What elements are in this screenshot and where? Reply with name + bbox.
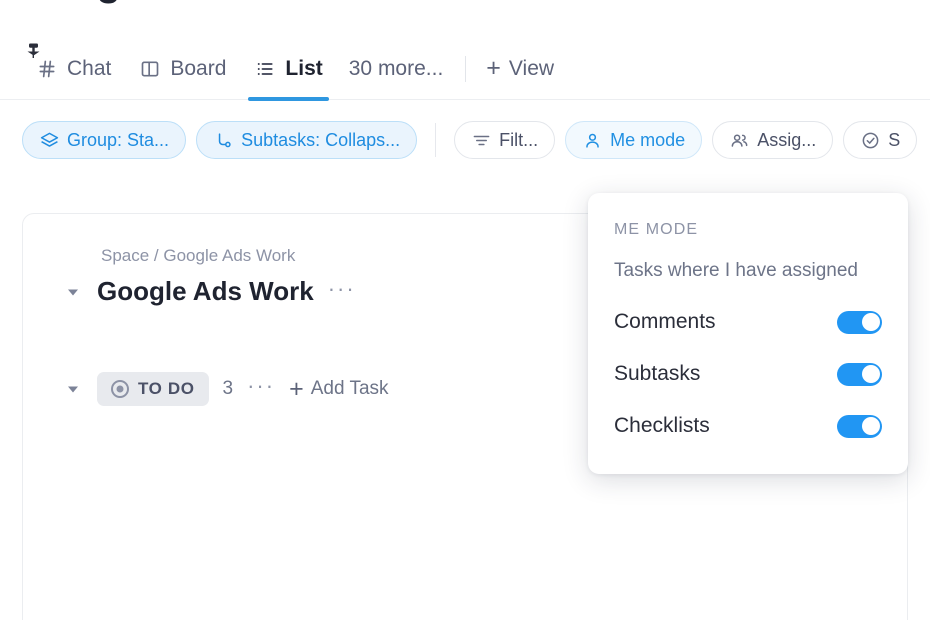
page-title: Google Ads Work bbox=[18, 0, 344, 5]
clickup-list-view: Google Ads Work Chat Board bbox=[0, 0, 930, 620]
option-subtasks-label: Subtasks bbox=[614, 362, 701, 385]
tab-board-label: Board bbox=[170, 56, 227, 80]
group-task-count: 3 bbox=[222, 378, 234, 399]
me-mode-dropdown-panel: ME MODE Tasks where I have assigned Comm… bbox=[588, 193, 908, 474]
add-task-button[interactable]: + Add Task bbox=[289, 374, 389, 403]
status-chip-label: TO DO bbox=[138, 379, 195, 398]
assignees-label: Assig... bbox=[757, 129, 817, 150]
option-subtasks[interactable]: Subtasks bbox=[614, 362, 882, 386]
plus-icon: + bbox=[486, 54, 501, 82]
list-icon bbox=[254, 58, 276, 80]
group-chevron-down-icon[interactable] bbox=[63, 379, 83, 399]
list-header: Google Ads Work ··· bbox=[63, 276, 356, 307]
tab-list-label: List bbox=[285, 56, 323, 80]
toggle-checklists[interactable] bbox=[837, 414, 882, 438]
option-checklists[interactable]: Checklists bbox=[614, 414, 882, 438]
tab-list[interactable]: List bbox=[240, 38, 336, 101]
filter-icon bbox=[471, 130, 491, 150]
subtask-icon bbox=[213, 130, 233, 150]
panel-description: Tasks where I have assigned bbox=[614, 260, 858, 281]
subtasks-pill[interactable]: Subtasks: Collaps... bbox=[196, 121, 418, 159]
tab-chat[interactable]: Chat bbox=[22, 38, 125, 100]
add-task-label: Add Task bbox=[310, 378, 389, 399]
chevron-down-icon[interactable] bbox=[63, 282, 83, 302]
group-by-pill[interactable]: Group: Sta... bbox=[22, 121, 187, 159]
group-menu-icon[interactable]: ··· bbox=[247, 375, 275, 403]
status-circle-icon bbox=[111, 380, 129, 398]
filter-label: Filt... bbox=[499, 129, 539, 150]
option-comments-label: Comments bbox=[614, 310, 716, 333]
add-view-button[interactable]: + View bbox=[476, 56, 564, 81]
breadcrumb[interactable]: Space / Google Ads Work bbox=[101, 246, 295, 266]
toggle-knob bbox=[861, 417, 880, 435]
board-icon bbox=[139, 58, 161, 80]
show-closed-pill[interactable]: S bbox=[843, 121, 918, 159]
toggle-knob bbox=[861, 365, 880, 383]
toolbar-divider bbox=[435, 123, 437, 157]
view-tab-bar: Chat Board List 30 more... + View bbox=[0, 38, 930, 101]
option-comments[interactable]: Comments bbox=[614, 310, 882, 334]
subtasks-label: Subtasks: Collaps... bbox=[241, 129, 401, 150]
me-mode-label: Me mode bbox=[610, 129, 686, 150]
status-chip-todo[interactable]: TO DO bbox=[97, 372, 209, 406]
people-icon bbox=[729, 130, 749, 150]
assignees-pill[interactable]: Assig... bbox=[712, 121, 834, 159]
list-menu-icon[interactable]: ··· bbox=[328, 277, 356, 306]
plus-icon: + bbox=[289, 374, 304, 403]
person-icon bbox=[582, 130, 602, 150]
group-by-label: Group: Sta... bbox=[67, 129, 170, 150]
panel-title: ME MODE bbox=[614, 221, 699, 238]
list-title: Google Ads Work bbox=[97, 276, 314, 306]
toggle-knob bbox=[861, 313, 880, 331]
option-checklists-label: Checklists bbox=[614, 414, 710, 437]
status-group-header: TO DO 3 ··· + Add Task bbox=[63, 372, 389, 406]
tab-board[interactable]: Board bbox=[125, 38, 240, 100]
add-view-label: View bbox=[508, 56, 555, 80]
tabbar-divider bbox=[465, 55, 467, 82]
toggle-comments[interactable] bbox=[837, 310, 882, 334]
hash-icon bbox=[36, 58, 58, 80]
filter-pill[interactable]: Filt... bbox=[454, 121, 556, 159]
layers-icon bbox=[39, 130, 59, 150]
me-mode-pill[interactable]: Me mode bbox=[565, 121, 703, 159]
list-toolbar: Group: Sta... Subtasks: Collaps... Filt.… bbox=[0, 101, 930, 179]
toggle-subtasks[interactable] bbox=[837, 362, 882, 386]
show-closed-label: S bbox=[888, 129, 901, 150]
tab-more-views[interactable]: 30 more... bbox=[337, 57, 456, 81]
check-circle-icon bbox=[860, 130, 880, 150]
tab-chat-label: Chat bbox=[67, 56, 112, 80]
